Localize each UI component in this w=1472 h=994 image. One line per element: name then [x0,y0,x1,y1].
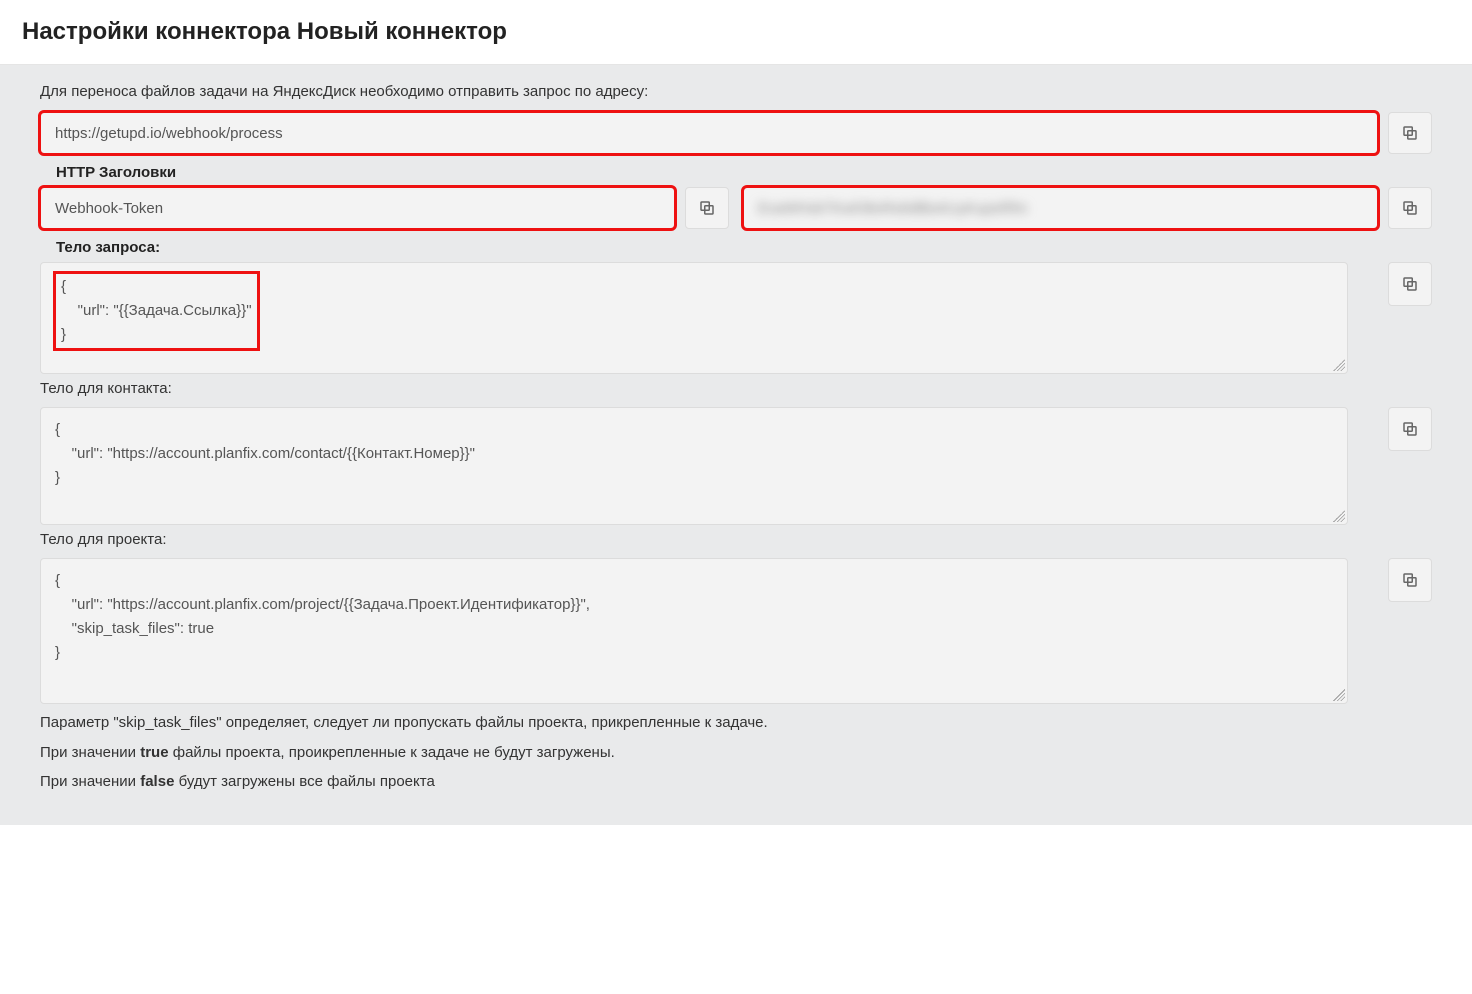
footer-text-2: При значении true файлы проекта, проикре… [40,740,1432,766]
copy-icon [698,199,716,217]
project-body-label: Тело для проекта: [40,531,1432,548]
body-contact-textarea[interactable]: { "url": "https://account.planfix.com/co… [40,407,1348,525]
body-project-textarea[interactable]: { "url": "https://account.planfix.com/pr… [40,558,1348,704]
footer-text-3: При значении false будут загружены все ф… [40,769,1432,795]
body-task-textarea[interactable]: { "url": "{{Задача.Ссылка}}" } [40,262,1348,374]
http-headers-label: HTTP Заголовки [56,164,1432,181]
footer-text-1: Параметр "skip_task_files" определяет, с… [40,710,1432,736]
resize-handle-icon [1333,689,1345,701]
copy-icon [1401,420,1419,438]
copy-url-button[interactable] [1388,112,1432,154]
copy-body-project-button[interactable] [1388,558,1432,602]
webhook-url-field[interactable]: https://getupd.io/webhook/process [40,112,1378,154]
copy-icon [1401,124,1419,142]
body-task-content: { "url": "{{Задача.Ссылка}}" } [55,273,258,349]
copy-header-name-button[interactable] [685,187,729,229]
body-project-content: { "url": "https://account.planfix.com/pr… [55,569,590,665]
body-label: Тело запроса: [56,239,1432,256]
page-title: Настройки коннектора Новый коннектор [0,0,1472,65]
resize-handle-icon [1333,359,1345,371]
copy-icon [1401,275,1419,293]
copy-body-contact-button[interactable] [1388,407,1432,451]
settings-panel: Для переноса файлов задачи на ЯндексДиск… [0,65,1472,825]
copy-header-value-button[interactable] [1388,187,1432,229]
contact-body-label: Тело для контакта: [40,380,1432,397]
body-contact-content: { "url": "https://account.planfix.com/co… [55,418,475,490]
copy-icon [1401,199,1419,217]
copy-icon [1401,571,1419,589]
header-value-field[interactable]: ExaWHskTKwfJ8oRs6dltbxKzyKupsRfm [743,187,1378,229]
intro-text: Для переноса файлов задачи на ЯндексДиск… [40,83,1432,100]
resize-handle-icon [1333,510,1345,522]
header-name-field[interactable]: Webhook-Token [40,187,675,229]
copy-body-task-button[interactable] [1388,262,1432,306]
